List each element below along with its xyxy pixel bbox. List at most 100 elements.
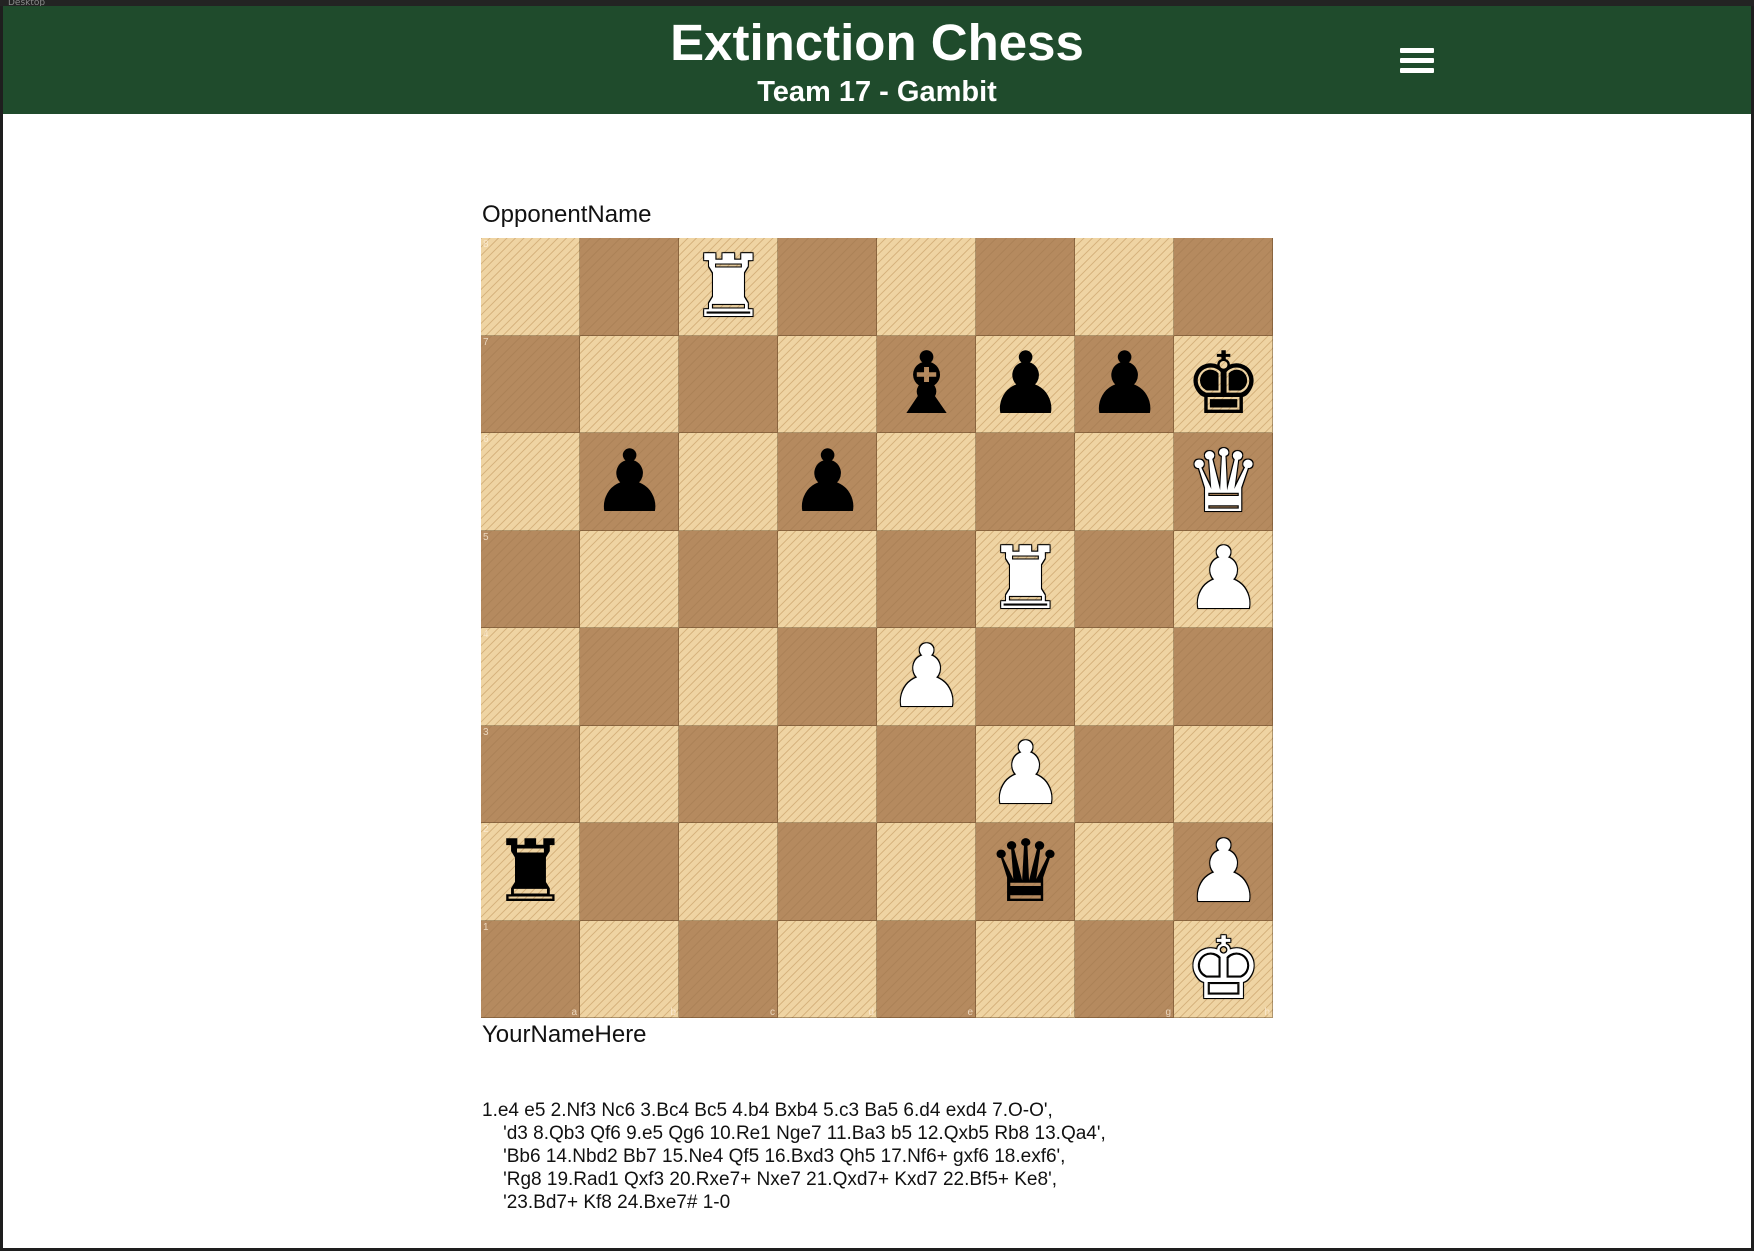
rank-label: 6 xyxy=(483,434,489,445)
square-e6[interactable] xyxy=(877,433,976,531)
square-h3[interactable] xyxy=(1174,725,1273,823)
site-subtitle: Team 17 - Gambit xyxy=(757,76,997,108)
hamburger-menu-icon[interactable] xyxy=(1398,46,1436,76)
square-f4[interactable] xyxy=(976,628,1075,726)
square-d7[interactable] xyxy=(778,335,877,433)
square-a2[interactable]: 2 ♜ xyxy=(481,823,580,921)
white-king-icon[interactable]: ♚ xyxy=(1174,921,1273,1019)
square-d4[interactable] xyxy=(778,628,877,726)
square-c8[interactable]: ♜ xyxy=(679,238,778,336)
square-f5[interactable]: ♜ xyxy=(976,530,1075,629)
white-queen-icon[interactable]: ♛ xyxy=(1174,433,1273,531)
square-c2[interactable] xyxy=(679,823,778,921)
square-a1[interactable]: 1a xyxy=(481,920,580,1018)
move-line: '23.Bd7+ Kf8 24.Bxe7# 1-0 xyxy=(482,1192,731,1213)
square-h8[interactable] xyxy=(1174,238,1273,336)
white-pawn-icon[interactable]: ♟ xyxy=(976,726,1075,824)
square-e3[interactable] xyxy=(877,725,976,823)
square-a3[interactable]: 3 xyxy=(481,725,580,823)
square-e7[interactable]: ♝ xyxy=(877,335,976,434)
square-c7[interactable] xyxy=(679,335,778,433)
move-list: 1.e4 e5 2.Nf3 Nc6 3.Bc4 Bc5 4.b4 Bxb4 5.… xyxy=(482,1099,1282,1214)
menu-bar-line xyxy=(1400,68,1434,73)
square-g1[interactable]: g xyxy=(1075,920,1174,1018)
square-b8[interactable] xyxy=(580,238,679,336)
square-g2[interactable] xyxy=(1075,823,1174,921)
square-d1[interactable]: d xyxy=(778,920,877,1018)
square-c4[interactable] xyxy=(679,628,778,726)
square-b3[interactable] xyxy=(580,725,679,823)
menu-bar-line xyxy=(1400,58,1434,63)
square-g6[interactable] xyxy=(1075,433,1174,531)
white-rook-icon[interactable]: ♜ xyxy=(679,238,778,336)
rank-label: 8 xyxy=(483,239,489,250)
square-f1[interactable]: f xyxy=(976,920,1075,1018)
square-b7[interactable] xyxy=(580,335,679,433)
square-d6[interactable]: ♟ xyxy=(778,433,877,531)
file-label: d xyxy=(868,1007,874,1018)
square-g5[interactable] xyxy=(1075,530,1174,628)
square-a4[interactable]: 4 xyxy=(481,628,580,726)
square-c3[interactable] xyxy=(679,725,778,823)
black-pawn-icon[interactable]: ♟ xyxy=(778,433,877,531)
move-line: 'd3 8.Qb3 Qf6 9.e5 Qg6 10.Re1 Nge7 11.Ba… xyxy=(482,1123,1106,1144)
square-e1[interactable]: e xyxy=(877,920,976,1018)
black-pawn-icon[interactable]: ♟ xyxy=(976,336,1075,434)
square-b2[interactable] xyxy=(580,823,679,921)
square-h6[interactable]: ♛ xyxy=(1174,433,1273,531)
square-h2[interactable]: ♟ xyxy=(1174,823,1273,921)
rank-label: 1 xyxy=(483,921,489,933)
square-g3[interactable] xyxy=(1075,725,1174,823)
square-e5[interactable] xyxy=(877,530,976,628)
square-e4[interactable]: ♟ xyxy=(877,628,976,726)
black-bishop-icon[interactable]: ♝ xyxy=(877,336,976,434)
square-d8[interactable] xyxy=(778,238,877,336)
white-pawn-icon[interactable]: ♟ xyxy=(877,628,976,726)
square-f8[interactable] xyxy=(976,238,1075,336)
square-b6[interactable]: ♟ xyxy=(580,433,679,531)
square-a7[interactable]: 7 xyxy=(481,335,580,433)
square-h4[interactable] xyxy=(1174,628,1273,726)
square-a8[interactable]: 8 xyxy=(481,238,580,336)
site-title: Extinction Chess xyxy=(670,14,1084,71)
file-label: b xyxy=(670,1007,676,1018)
square-f6[interactable] xyxy=(976,433,1075,531)
rank-label: 7 xyxy=(483,336,489,348)
square-c6[interactable] xyxy=(679,433,778,531)
player-name: YourNameHere xyxy=(482,1021,647,1048)
move-line: 'Bb6 14.Nbd2 Bb7 15.Ne4 Qf5 16.Bxd3 Qh5 … xyxy=(482,1146,1066,1167)
black-king-icon[interactable]: ♚ xyxy=(1174,336,1273,434)
square-e8[interactable] xyxy=(877,238,976,336)
square-a5[interactable]: 5 xyxy=(481,530,580,628)
square-g8[interactable] xyxy=(1075,238,1174,336)
square-a6[interactable]: 6 xyxy=(481,433,580,531)
square-c5[interactable] xyxy=(679,530,778,628)
square-d3[interactable] xyxy=(778,725,877,823)
square-g7[interactable]: ♟ xyxy=(1075,335,1174,434)
square-f2[interactable]: ♛ xyxy=(976,823,1075,921)
menu-bar-line xyxy=(1400,48,1434,53)
square-c1[interactable]: c xyxy=(679,920,778,1018)
square-b5[interactable] xyxy=(580,530,679,628)
square-e2[interactable] xyxy=(877,823,976,921)
black-rook-icon[interactable]: ♜ xyxy=(481,823,580,921)
square-h5[interactable]: ♟ xyxy=(1174,530,1273,629)
file-label: c xyxy=(770,1007,775,1018)
white-pawn-icon[interactable]: ♟ xyxy=(1174,531,1273,629)
file-label: a xyxy=(571,1007,577,1018)
square-d2[interactable] xyxy=(778,823,877,921)
white-rook-icon[interactable]: ♜ xyxy=(976,531,1075,629)
square-f3[interactable]: ♟ xyxy=(976,725,1075,824)
square-g4[interactable] xyxy=(1075,628,1174,726)
square-h1[interactable]: h ♚ xyxy=(1174,920,1273,1019)
chess-board[interactable]: 8 ♜ 7 ♝ ♟ ♟ ♚ 6 ♟ ♟ ♛ 5 ♜ ♟ 4 ♟ 3 ♟ 2 ♜ ♛ ♟ 1 a b c d e f g h ♚ xyxy=(481,238,1273,1018)
square-b4[interactable] xyxy=(580,628,679,726)
square-f7[interactable]: ♟ xyxy=(976,335,1075,434)
square-d5[interactable] xyxy=(778,530,877,628)
black-queen-icon[interactable]: ♛ xyxy=(976,823,1075,921)
square-h7[interactable]: ♚ xyxy=(1174,335,1273,434)
black-pawn-icon[interactable]: ♟ xyxy=(580,433,679,531)
square-b1[interactable]: b xyxy=(580,920,679,1018)
black-pawn-icon[interactable]: ♟ xyxy=(1075,336,1174,434)
white-pawn-icon[interactable]: ♟ xyxy=(1174,823,1273,921)
